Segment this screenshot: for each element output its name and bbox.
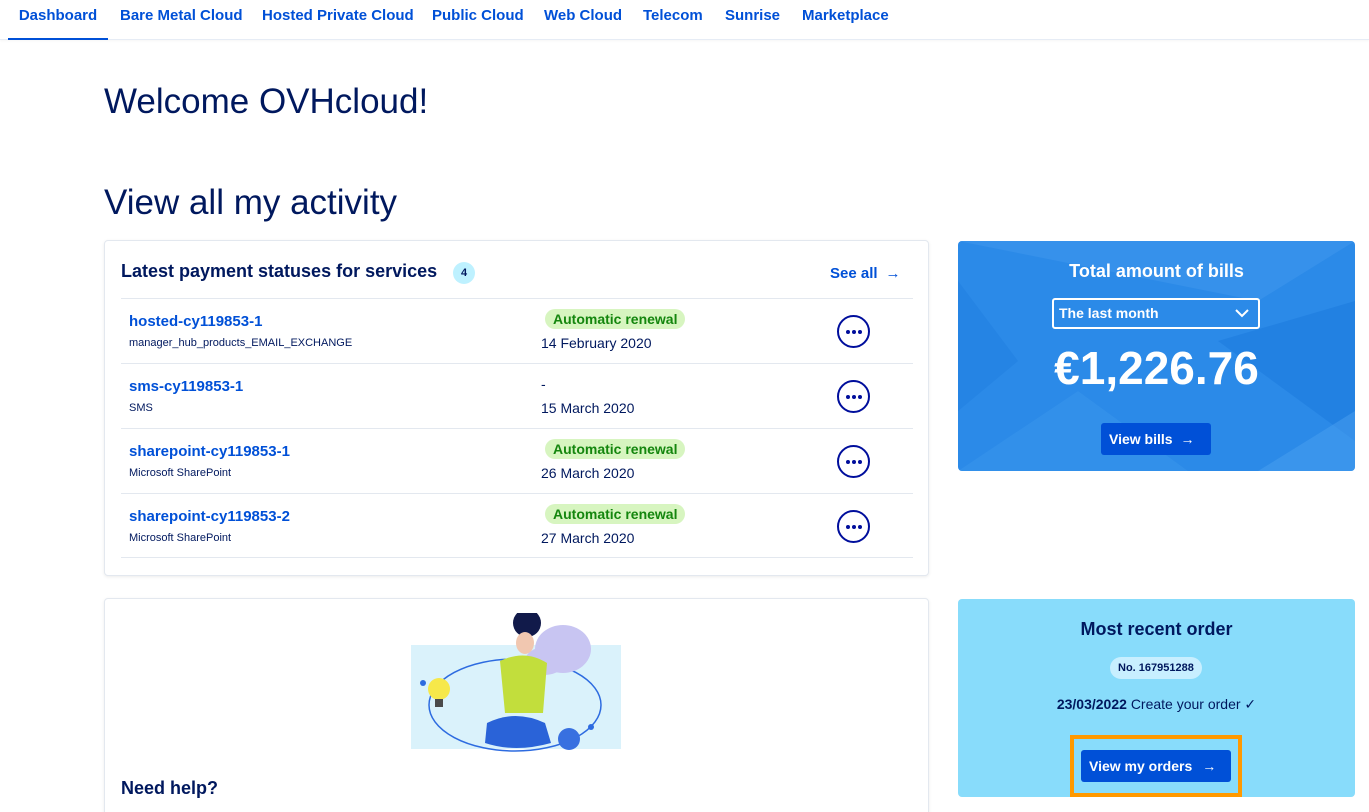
renewal-date: 15 March 2020 (541, 400, 635, 416)
order-status-text: Create your order (1130, 696, 1241, 712)
more-options-button[interactable] (837, 315, 870, 348)
chevron-down-icon (1235, 309, 1249, 318)
renewal-date: 26 March 2020 (541, 465, 635, 481)
top-navigation: Dashboard Bare Metal Cloud Hosted Privat… (0, 0, 1369, 40)
tab-web-cloud[interactable]: Web Cloud (544, 0, 622, 40)
table-row: sharepoint-cy119853-2 Microsoft SharePoi… (121, 493, 913, 558)
status-badge: Automatic renewal (545, 439, 686, 459)
service-name-link[interactable]: hosted-cy119853-1 (129, 313, 262, 330)
recent-order-title: Most recent order (1080, 619, 1233, 639)
tab-telecom[interactable]: Telecom (643, 0, 703, 40)
table-row: hosted-cy119853-1 manager_hub_products_E… (121, 298, 913, 363)
bills-title: Total amount of bills (1069, 261, 1244, 281)
status-badge: Automatic renewal (545, 504, 686, 524)
need-help-title: Need help? (121, 778, 219, 798)
order-status: 23/03/2022 Create your order ✓ (958, 696, 1355, 713)
order-number-badge: No. 167951288 (1110, 657, 1202, 679)
total-bills-card: Total amount of bills The last month €1,… (958, 241, 1355, 471)
service-name-link[interactable]: sharepoint-cy119853-2 (129, 508, 290, 525)
activity-heading: View all my activity (104, 183, 398, 222)
welcome-heading: Welcome OVHcloud! (104, 82, 429, 121)
view-orders-label: View my orders (1089, 758, 1193, 774)
service-name-link[interactable]: sharepoint-cy119853-1 (129, 443, 290, 460)
renewal-date: 14 February 2020 (541, 335, 652, 351)
checkmark-icon: ✓ (1244, 696, 1257, 712)
tab-sunrise[interactable]: Sunrise (725, 0, 780, 40)
tab-dashboard[interactable]: Dashboard (8, 0, 108, 40)
renewal-date: 27 March 2020 (541, 530, 635, 546)
tab-hosted-private-cloud[interactable]: Hosted Private Cloud (262, 0, 414, 40)
see-all-link[interactable]: See all → (830, 265, 901, 282)
service-type: Microsoft SharePoint (129, 467, 232, 479)
view-my-orders-button[interactable]: View my orders → (1081, 750, 1231, 782)
arrow-right-icon: → (885, 265, 901, 282)
period-select[interactable]: The last month (1052, 298, 1260, 329)
more-options-button[interactable] (837, 380, 870, 413)
period-select-value: The last month (1059, 305, 1159, 321)
tab-marketplace[interactable]: Marketplace (802, 0, 889, 40)
service-type: Microsoft SharePoint (129, 532, 232, 544)
see-all-label: See all (830, 265, 878, 282)
table-row: sms-cy119853-1 SMS - 15 March 2020 (121, 363, 913, 428)
help-illustration (411, 613, 621, 752)
service-type: SMS (129, 402, 153, 414)
arrow-right-icon: → (1202, 758, 1217, 774)
status-badge: Automatic renewal (545, 309, 686, 329)
service-count-badge: 4 (453, 262, 475, 284)
view-bills-button[interactable]: View bills → (1101, 423, 1211, 455)
need-help-card: Need help? (104, 598, 929, 812)
status-text: - (541, 376, 546, 392)
order-date: 23/03/2022 (1056, 696, 1127, 712)
service-type: manager_hub_products_EMAIL_EXCHANGE (129, 337, 353, 349)
arrow-right-icon: → (1180, 431, 1195, 447)
more-options-button[interactable] (837, 510, 870, 543)
tab-bare-metal-cloud[interactable]: Bare Metal Cloud (120, 0, 243, 40)
view-bills-label: View bills (1109, 431, 1173, 447)
more-options-button[interactable] (837, 445, 870, 478)
tab-public-cloud[interactable]: Public Cloud (432, 0, 524, 40)
payment-statuses-card: Latest payment statuses for services 4 S… (104, 240, 929, 576)
payment-statuses-title: Latest payment statuses for services (121, 261, 438, 281)
service-name-link[interactable]: sms-cy119853-1 (129, 378, 243, 395)
table-row: sharepoint-cy119853-1 Microsoft SharePoi… (121, 428, 913, 493)
bills-amount: €1,226.76 (1054, 342, 1259, 394)
